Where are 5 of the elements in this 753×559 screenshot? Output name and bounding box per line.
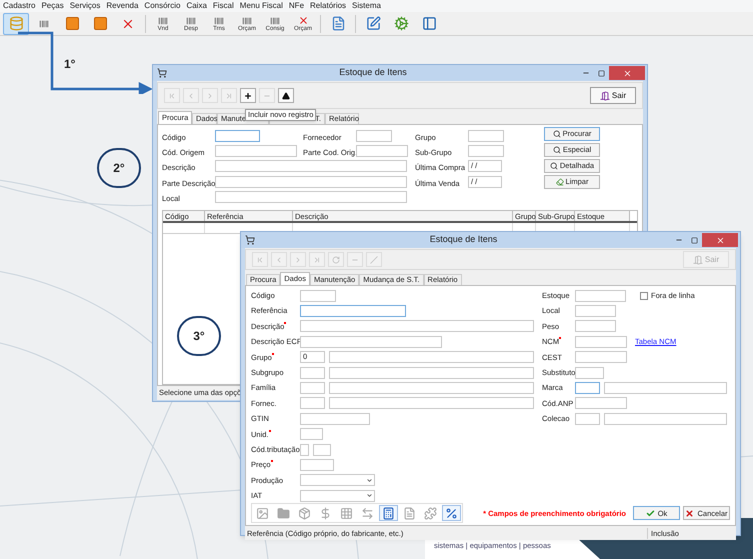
step-marker: 2° [97, 148, 141, 188]
step-marker: 3° [177, 316, 221, 356]
window-title: Estoque de Itens [338, 66, 408, 80]
window-title: Estoque de Itens [428, 233, 498, 246]
step-label: 1° [64, 56, 76, 73]
